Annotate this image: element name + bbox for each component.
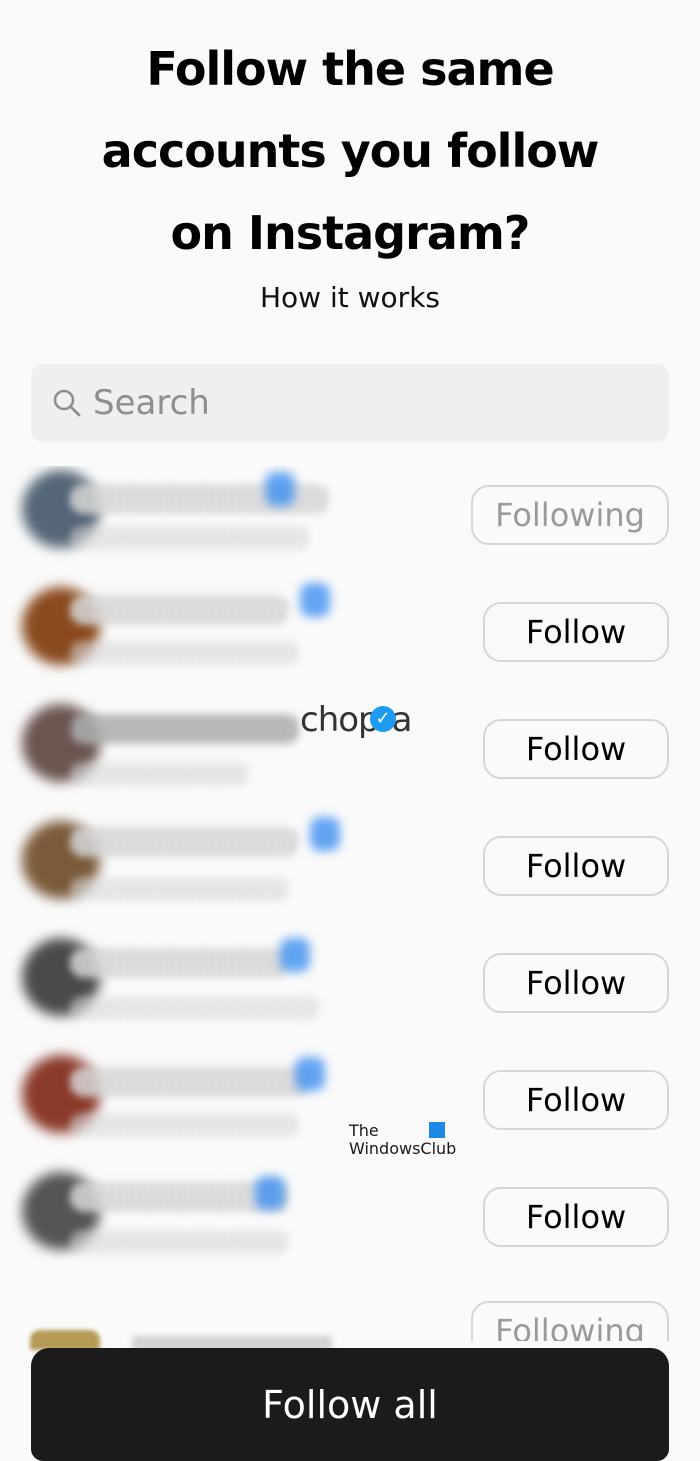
title-line-3: on Instagram? bbox=[170, 206, 531, 260]
account-subtitle-blurred bbox=[70, 1230, 290, 1254]
account-row: chopra ✓ Follow bbox=[0, 700, 700, 817]
account-subtitle-blurred bbox=[70, 1113, 300, 1137]
account-row: Following bbox=[0, 466, 700, 583]
account-row: Follow bbox=[0, 934, 700, 1051]
following-button[interactable]: Following bbox=[471, 485, 669, 545]
title-line-1: Follow the same bbox=[146, 42, 554, 96]
search-placeholder: Search bbox=[93, 383, 210, 423]
following-button[interactable]: Following bbox=[471, 1301, 669, 1341]
account-row: Follow bbox=[0, 583, 700, 700]
search-icon bbox=[53, 389, 81, 417]
verified-badge-icon bbox=[295, 1057, 325, 1091]
windows-logo-icon bbox=[429, 1122, 445, 1138]
account-name-blurred bbox=[70, 827, 300, 857]
account-name-blurred bbox=[70, 714, 300, 744]
watermark-line-2: WindowsClub bbox=[349, 1139, 457, 1158]
avatar bbox=[30, 1330, 100, 1350]
verified-badge-icon: ✓ bbox=[370, 706, 396, 732]
account-subtitle-blurred bbox=[70, 641, 300, 665]
verified-badge-icon bbox=[280, 938, 310, 972]
verified-badge-icon bbox=[300, 583, 330, 617]
follow-all-button[interactable]: Follow all bbox=[31, 1348, 669, 1461]
follow-button[interactable]: Follow bbox=[483, 602, 669, 662]
account-row: Following bbox=[0, 1285, 700, 1341]
how-it-works-link[interactable]: How it works bbox=[0, 276, 700, 320]
account-subtitle-blurred bbox=[70, 762, 250, 786]
account-row: Follow bbox=[0, 1168, 700, 1285]
account-name-blurred bbox=[70, 948, 290, 978]
follow-button[interactable]: Follow bbox=[483, 836, 669, 896]
follow-button[interactable]: Follow bbox=[483, 719, 669, 779]
verified-badge-icon bbox=[265, 472, 295, 506]
account-list: Following Follow chopra ✓ Follow Follow … bbox=[0, 466, 700, 1341]
watermark: The WindowsClub bbox=[349, 1122, 456, 1158]
title-line-2: accounts you follow bbox=[101, 124, 600, 178]
follow-button[interactable]: Follow bbox=[483, 953, 669, 1013]
account-row: Follow bbox=[0, 817, 700, 934]
search-input[interactable]: Search bbox=[31, 364, 669, 442]
page-title: Follow the same accounts you follow on I… bbox=[0, 28, 700, 274]
verified-badge-icon bbox=[310, 817, 340, 851]
account-subtitle-blurred bbox=[70, 526, 310, 550]
verified-badge-icon bbox=[255, 1176, 285, 1210]
account-subtitle-blurred bbox=[70, 996, 320, 1020]
follow-button[interactable]: Follow bbox=[483, 1187, 669, 1247]
account-name-blurred bbox=[70, 1067, 310, 1097]
account-subtitle-blurred bbox=[70, 877, 290, 901]
account-name-blurred bbox=[70, 595, 290, 625]
follow-button[interactable]: Follow bbox=[483, 1070, 669, 1130]
